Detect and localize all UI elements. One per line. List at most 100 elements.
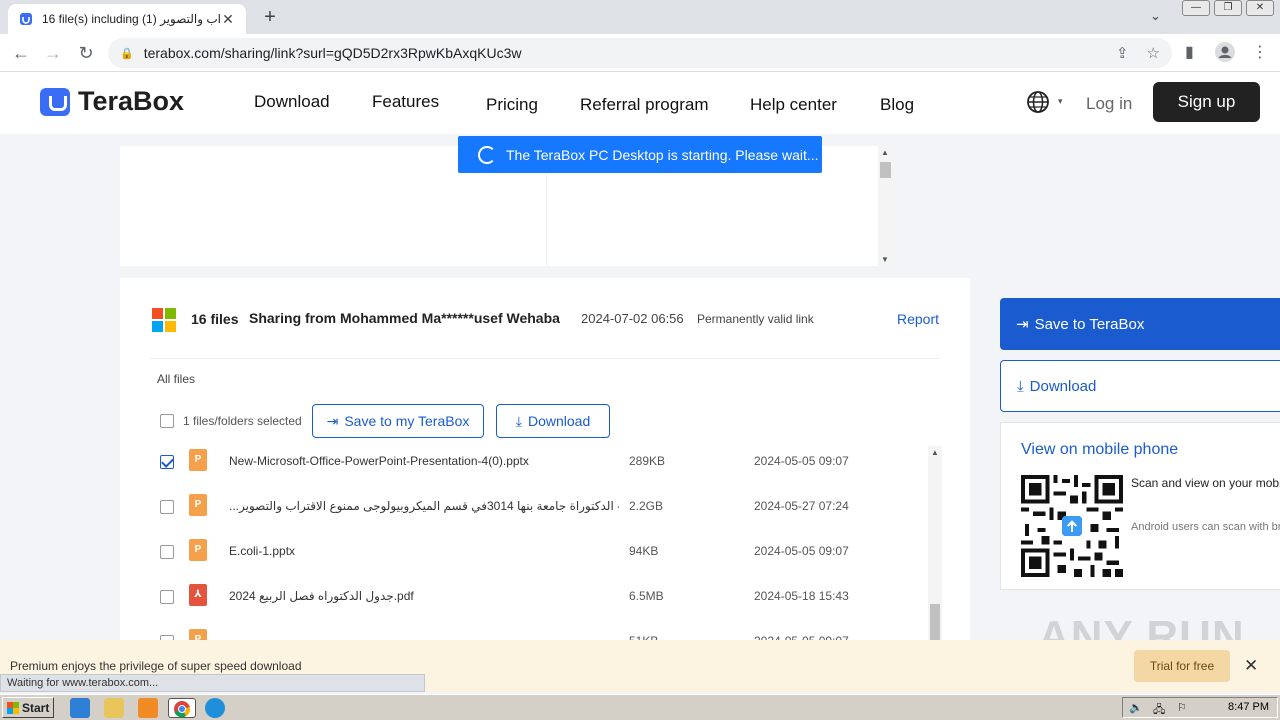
files-count: 16 files: [191, 311, 239, 327]
nav-help-center[interactable]: Help center: [750, 95, 837, 115]
select-all-checkbox[interactable]: [160, 414, 174, 428]
breadcrumb-all-files[interactable]: All files: [157, 372, 195, 386]
close-window-button[interactable]: ✕: [1246, 0, 1274, 16]
share-date: 2024-07-02 06:56: [581, 311, 684, 326]
pptx-file-icon: P: [189, 494, 207, 516]
side-download-button[interactable]: ⤓ Download: [1000, 360, 1280, 412]
save-to-terabox-button[interactable]: ⇥ Save to TeraBox: [1000, 298, 1280, 350]
nav-referral-program[interactable]: Referral program: [580, 95, 709, 115]
row-checkbox[interactable]: [160, 590, 174, 604]
mobile-view-card: View on mobile phone Scan and view on yo…: [1000, 422, 1280, 590]
file-row[interactable]: P ...يامة- الدكتوراة جامعة بنها 3014في ق…: [120, 489, 970, 534]
terabox-logo[interactable]: TeraBox: [40, 86, 184, 117]
loading-spinner-icon: [478, 145, 496, 164]
scan-instruction-desc: Android users can scan with browser, and…: [1131, 521, 1280, 533]
scroll-down-arrow-icon[interactable]: ▼: [881, 255, 889, 264]
file-size: 94KB: [629, 544, 659, 558]
internet-explorer-icon[interactable]: [70, 698, 90, 718]
volume-icon[interactable]: 🔈: [1129, 701, 1143, 714]
chrome-taskbar-button[interactable]: [168, 698, 196, 718]
save-icon: ⇥: [1016, 316, 1029, 333]
minimize-button[interactable]: —: [1182, 0, 1210, 16]
new-tab-button[interactable]: +: [258, 6, 282, 28]
save-icon: ⇥: [326, 412, 339, 429]
globe-language-icon[interactable]: [1026, 90, 1050, 120]
edge-icon[interactable]: [205, 698, 225, 718]
row-checkbox[interactable]: [160, 500, 174, 514]
signup-button[interactable]: Sign up: [1153, 82, 1260, 122]
nav-features[interactable]: Features: [372, 92, 439, 112]
nav-pricing[interactable]: Pricing: [486, 95, 538, 115]
scroll-thumb[interactable]: [880, 162, 891, 178]
tab-title: 16 file(s) including (1) الاقتراب والتصو…: [42, 12, 220, 26]
file-row[interactable]: P New-Microsoft-Office-PowerPoint-Presen…: [120, 444, 970, 489]
share-icon[interactable]: ⇪: [1116, 44, 1129, 62]
nav-blog[interactable]: Blog: [880, 95, 914, 115]
file-name[interactable]: E.coli-1.pptx: [229, 544, 619, 558]
pptx-file-icon: P: [189, 449, 207, 471]
share-panel: 16 files Sharing from Mohammed Ma******u…: [120, 278, 970, 648]
file-row[interactable]: ⅄ 2024 جدول الدكتوراه فصل الربيع.pdf 6.5…: [120, 579, 970, 624]
row-checkbox[interactable]: [160, 545, 174, 559]
file-explorer-icon[interactable]: [104, 698, 124, 718]
link-validity: Permanently valid link: [697, 312, 814, 326]
close-tab-icon[interactable]: ✕: [220, 11, 236, 28]
language-caret-icon[interactable]: ▾: [1058, 96, 1063, 107]
pptx-file-icon: P: [189, 539, 207, 561]
profile-avatar-icon[interactable]: [1215, 42, 1235, 67]
bookmark-star-icon[interactable]: ☆: [1147, 44, 1160, 62]
file-name[interactable]: ...يامة- الدكتوراة جامعة بنها 3014في قسم…: [229, 499, 619, 513]
close-banner-icon[interactable]: ✕: [1244, 656, 1258, 676]
nav-download[interactable]: Download: [254, 92, 330, 112]
browser-tab[interactable]: 16 file(s) including (1) الاقتراب والتصو…: [8, 4, 246, 34]
pdf-file-icon: ⅄: [189, 584, 207, 606]
scroll-up-arrow-icon[interactable]: ▲: [931, 448, 939, 457]
login-link[interactable]: Log in: [1086, 94, 1132, 114]
file-date: 2024-05-05 09:07: [754, 454, 849, 468]
file-name[interactable]: New-Microsoft-Office-PowerPoint-Presenta…: [229, 454, 619, 468]
forward-arrow-icon[interactable]: →: [42, 42, 64, 64]
address-bar[interactable]: 🔒 terabox.com/sharing/link?surl=gQD5D2rx…: [108, 38, 1172, 68]
download-button[interactable]: ⤓ Download: [496, 404, 610, 438]
window-controls: — ❐ ✕: [1182, 0, 1274, 16]
reload-icon[interactable]: ↻: [75, 42, 97, 64]
action-center-flag-icon[interactable]: ⚐: [1177, 701, 1187, 714]
file-row[interactable]: P E.coli-1.pptx 94KB 2024-05-05 09:07: [120, 534, 970, 579]
back-arrow-icon[interactable]: ←: [10, 42, 32, 64]
desktop-starting-toast: The TeraBox PC Desktop is starting. Plea…: [458, 136, 822, 173]
file-list: P New-Microsoft-Office-PowerPoint-Presen…: [120, 444, 970, 648]
windows-taskbar: Start 🔈 🖧 ⚐ 8:47 PM: [0, 694, 1280, 720]
scroll-thumb[interactable]: [930, 604, 940, 640]
network-icon[interactable]: 🖧: [1153, 701, 1165, 720]
file-size: 2.2GB: [629, 499, 664, 513]
row-checkbox[interactable]: [160, 455, 174, 469]
report-link[interactable]: Report: [897, 311, 939, 327]
lock-icon: 🔒: [120, 47, 134, 60]
side-panel-icon[interactable]: ▮: [1185, 42, 1194, 62]
trial-for-free-button[interactable]: Trial for free: [1134, 650, 1230, 682]
scroll-up-arrow-icon[interactable]: ▲: [881, 148, 889, 157]
share-owner: Sharing from Mohammed Ma******usef Wehab…: [249, 310, 560, 326]
mobile-view-title[interactable]: View on mobile phone: [1021, 441, 1178, 459]
file-name[interactable]: 2024 جدول الدكتوراه فصل الربيع.pdf: [229, 589, 619, 603]
preview-scrollbar[interactable]: ▲ ▼: [878, 146, 894, 266]
terabox-logo-icon: [40, 87, 70, 116]
browser-menu-icon[interactable]: ⋮: [1252, 42, 1268, 62]
url-text: terabox.com/sharing/link?surl=gQD5D2rx3R…: [143, 45, 522, 61]
system-tray: 🔈 🖧 ⚐ 8:47 PM: [1122, 697, 1278, 718]
start-button[interactable]: Start: [2, 697, 54, 718]
browser-toolbar: ← → ↻ 🔒 terabox.com/sharing/link?surl=gQ…: [0, 34, 1280, 72]
tab-search-chevron-icon[interactable]: ⌄: [1150, 8, 1161, 24]
premium-text: Premium enjoys the privilege of super sp…: [10, 659, 302, 673]
media-player-icon[interactable]: [138, 698, 158, 718]
file-list-scrollbar[interactable]: ▲: [928, 446, 942, 646]
site-header: TeraBox Download Features Pricing Referr…: [0, 72, 1280, 134]
restore-button[interactable]: ❐: [1214, 0, 1242, 16]
windows-logo-icon: [152, 308, 176, 332]
qr-code-icon: [1021, 475, 1123, 577]
scan-instruction-title: Scan and view on your mobile phone anyti…: [1131, 476, 1280, 490]
save-to-my-terabox-button[interactable]: ⇥ Save to my TeraBox: [312, 404, 484, 438]
terabox-favicon-icon: [18, 11, 34, 27]
toast-text: The TeraBox PC Desktop is starting. Plea…: [506, 146, 819, 163]
taskbar-clock: 8:47 PM: [1228, 701, 1269, 713]
